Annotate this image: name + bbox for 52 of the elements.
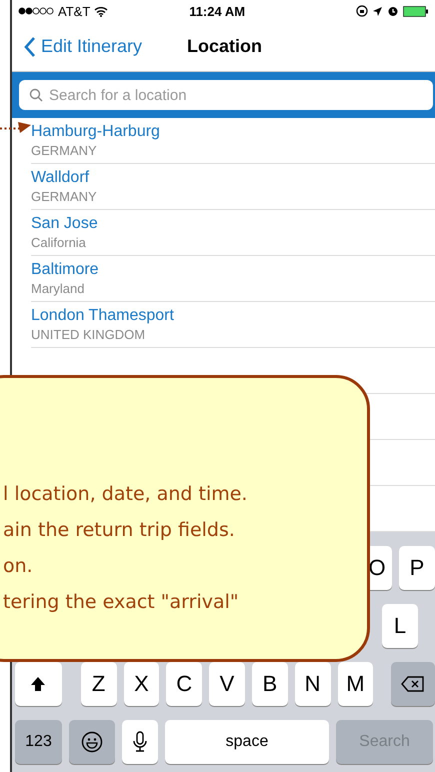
wifi-icon (94, 6, 108, 16)
key[interactable]: P (399, 546, 435, 590)
location-name: Hamburg-Harburg (31, 123, 161, 141)
space-key[interactable]: space (165, 720, 329, 764)
status-time: 11:24 AM (188, 4, 246, 18)
smiley-icon (81, 731, 103, 753)
key[interactable]: N (294, 662, 330, 706)
callout-arrow (0, 121, 32, 135)
screen-title: Location (187, 36, 262, 57)
callout-text: ain the return trip fields. (3, 518, 236, 543)
delete-key[interactable] (391, 662, 435, 706)
location-region: Maryland (31, 281, 86, 296)
location-name: Baltimore (31, 261, 100, 279)
callout-text: tering the exact "arrival" (3, 590, 240, 615)
backspace-icon (401, 676, 426, 692)
location-row[interactable]: Walldorf GERMANY (31, 164, 435, 210)
key[interactable]: M (338, 662, 374, 706)
microphone-icon (133, 731, 147, 753)
location-row[interactable]: Hamburg-Harburg GERMANY (31, 118, 435, 164)
dictation-key[interactable] (122, 720, 158, 764)
location-name: London Thamesport (31, 307, 175, 325)
location-region: GERMANY (31, 189, 98, 204)
key[interactable]: L (382, 604, 418, 648)
location-name: San Jose (31, 215, 99, 233)
key[interactable]: X (124, 662, 160, 706)
callout-text: l location, date, and time. (3, 482, 248, 507)
numbers-key[interactable]: 123 (15, 720, 62, 764)
carrier-name: AT&T (58, 4, 90, 18)
location-row[interactable]: London Thamesport UNITED KINGDOM (31, 302, 435, 348)
search-icon (29, 88, 43, 102)
location-region: GERMANY (31, 143, 98, 158)
location-row[interactable]: Baltimore Maryland (31, 256, 435, 302)
alarm-icon (387, 5, 399, 17)
search-field[interactable]: Search for a location (19, 80, 433, 110)
location-icon (372, 6, 383, 16)
location-row[interactable]: San Jose California (31, 210, 435, 256)
emoji-key[interactable] (69, 720, 115, 764)
location-region: California (31, 235, 87, 250)
rotation-lock-icon (356, 5, 368, 17)
shift-icon (29, 675, 48, 693)
back-link[interactable]: Edit Itinerary (24, 36, 142, 57)
location-name: Walldorf (31, 169, 90, 187)
battery-icon (403, 6, 429, 16)
callout-text: on. (3, 554, 34, 579)
back-chevron-icon (24, 36, 35, 56)
key[interactable]: C (166, 662, 202, 706)
shift-key[interactable] (15, 662, 62, 706)
key[interactable]: Z (80, 662, 117, 706)
key[interactable]: V (209, 662, 245, 706)
key[interactable]: B (252, 662, 288, 706)
signal-icon (18, 7, 54, 15)
location-region: UNITED KINGDOM (31, 327, 146, 342)
